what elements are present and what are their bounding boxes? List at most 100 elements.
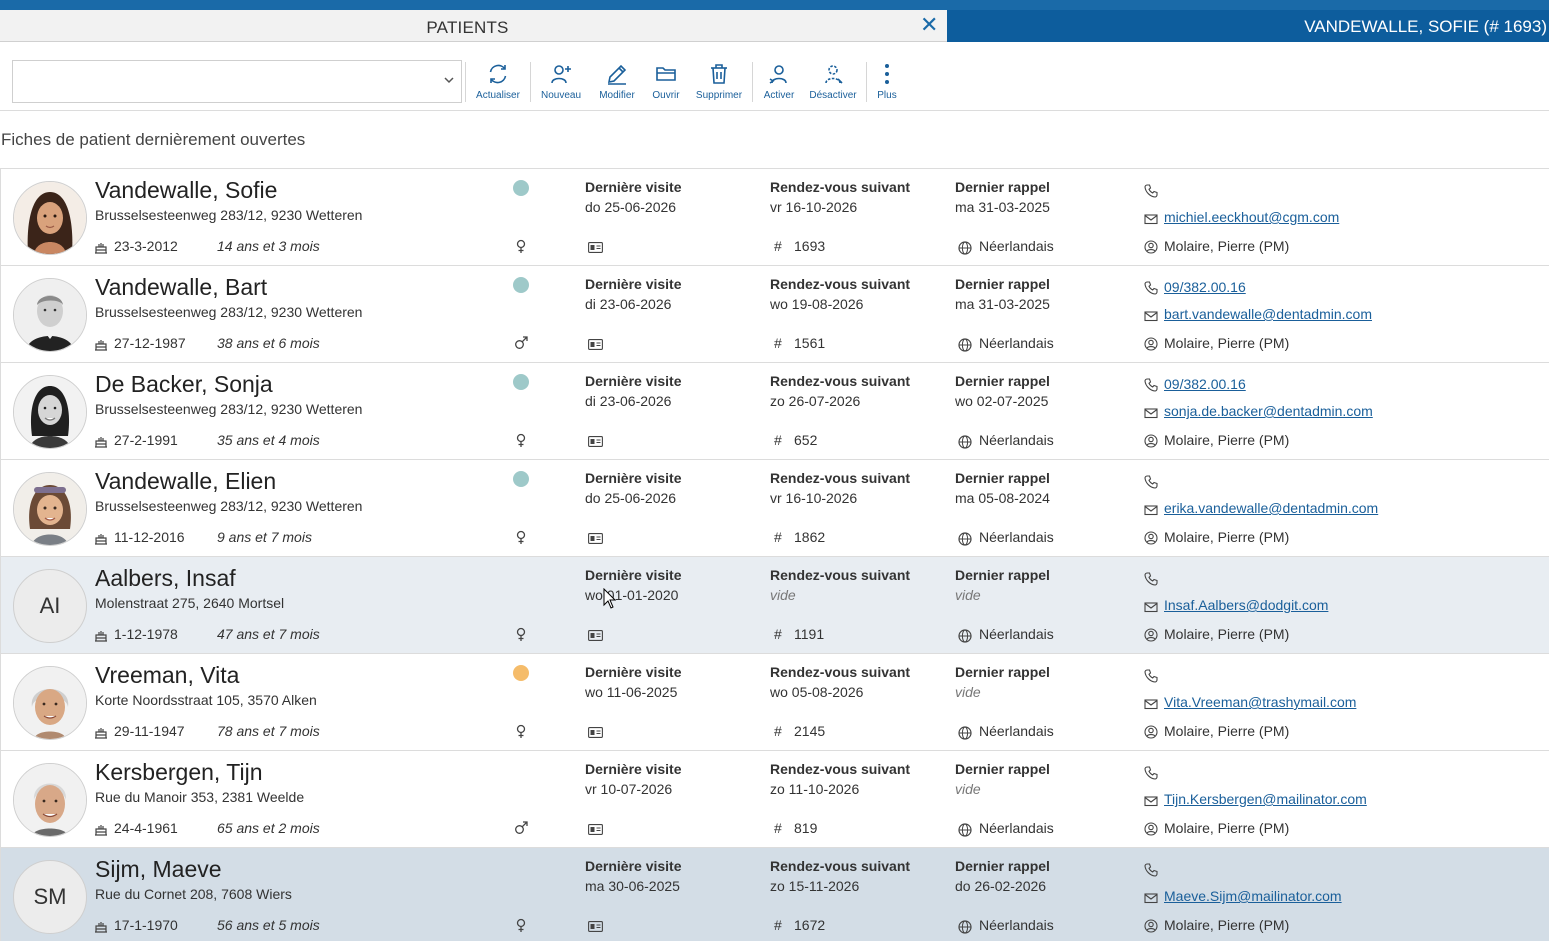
patient-row[interactable]: Vandewalle, Bart Brusselsesteenweg 283/12… [0,265,1549,362]
patient-language: Néerlandais [979,626,1054,642]
patient-age: 35 ans et 4 mois [217,432,320,448]
patient-birthdate: 27-2-1991 [114,432,178,448]
phone-icon [1144,184,1158,198]
more-button[interactable]: Plus [872,60,902,104]
patient-age: 9 ans et 7 mois [217,529,312,545]
last-visit-value: di 23-06-2026 [585,296,672,312]
patient-id: 1191 [794,626,825,642]
mail-icon [1144,311,1158,322]
delete-button[interactable]: Supprimer [692,60,746,104]
tab-bar: PATIENTS ✕ VANDEWALLE, SOFIE (# 1693) [0,10,1549,42]
globe-icon [958,338,972,352]
patient-avatar [13,278,87,352]
next-appointment-label: Rendez-vous suivant [770,373,911,389]
id-card-icon [588,630,603,641]
tab-patients-label: PATIENTS [426,18,509,37]
open-button[interactable]: Ouvrir [646,60,686,104]
patient-row[interactable]: De Backer, Sonja Brusselsesteenweg 283/12… [0,362,1549,459]
patient-birthdate: 1-12-1978 [114,626,178,642]
chevron-down-icon[interactable] [443,74,455,86]
patient-birthdate: 11-12-2016 [114,529,185,545]
patient-phone-link[interactable]: 09/382.00.16 [1164,279,1246,295]
birthday-cake-icon [95,631,107,642]
toolbar-separator [465,62,466,102]
last-reminder-value: wo 02-07-2025 [955,393,1049,409]
deactivate-button[interactable]: Désactiver [806,60,860,104]
refresh-icon [489,64,507,84]
last-reminder-value: vide [955,781,981,797]
patient-row[interactable]: SM Sijm, Maeve Rue du Cornet 208, 7608 Wie… [0,847,1549,941]
close-icon[interactable]: ✕ [920,13,938,37]
patient-row[interactable]: Vreeman, Vita Korte Noordsstraat 105, 357… [0,653,1549,750]
deactivate-user-icon [825,65,843,84]
patient-email-link[interactable]: Insaf.Aalbers@dodgit.com [1164,597,1328,613]
patient-name[interactable]: Sijm, Maeve [95,856,222,883]
last-visit-label: Dernière visite [585,373,682,389]
last-reminder-label: Dernier rappel [955,567,1050,583]
patient-dentist: Molaire, Pierre (PM) [1164,529,1290,545]
patient-name[interactable]: Vreeman, Vita [95,662,239,689]
edit-button[interactable]: Modifier [592,60,642,104]
id-card-icon [588,339,603,350]
next-appointment-label: Rendez-vous suivant [770,567,911,583]
patient-row[interactable]: AI Aalbers, Insaf Molenstraat 275, 2640 Mo… [0,556,1549,653]
next-appointment-value: zo 15-11-2026 [770,878,860,894]
next-appointment-label: Rendez-vous suivant [770,470,911,486]
hash-icon: # [774,723,782,739]
patient-photo [14,376,86,448]
tab-active-patient[interactable]: VANDEWALLE, SOFIE (# 1693) [947,10,1549,42]
phone-icon [1144,281,1158,295]
patient-avatar: AI [13,569,87,643]
last-visit-label: Dernière visite [585,858,682,874]
patient-row[interactable]: Vandewalle, Elien Brusselsesteenweg 283/1… [0,459,1549,556]
patient-name[interactable]: De Backer, Sonja [95,371,273,398]
patient-email-link[interactable]: Tijn.Kersbergen@mailinator.com [1164,791,1367,807]
last-visit-label: Dernière visite [585,567,682,583]
patient-name[interactable]: Kersbergen, Tijn [95,759,262,786]
activate-button[interactable]: Activer [758,60,800,104]
patient-id: 2145 [794,723,826,739]
patient-address: Brusselsesteenweg 283/12, 9230 Wetteren [95,207,363,223]
patient-email-link[interactable]: Maeve.Sijm@mailinator.com [1164,888,1342,904]
last-visit-label: Dernière visite [585,276,682,292]
patient-phone-link[interactable]: 09/382.00.16 [1164,376,1246,392]
patient-name[interactable]: Aalbers, Insaf [95,565,236,592]
trash-icon [711,64,727,84]
mail-icon [1144,214,1158,225]
last-reminder-label: Dernier rappel [955,276,1050,292]
patient-name[interactable]: Vandewalle, Sofie [95,177,277,204]
new-patient-button-label: Nouveau [540,90,582,101]
patient-row[interactable]: Vandewalle, Sofie Brusselsesteenweg 283/1… [0,168,1549,265]
patient-address: Brusselsesteenweg 283/12, 9230 Wetteren [95,498,363,514]
female-icon [516,239,526,253]
patient-name[interactable]: Vandewalle, Elien [95,468,276,495]
mail-icon [1144,505,1158,516]
patient-email-link[interactable]: erika.vandewalle@dentadmin.com [1164,500,1378,516]
hash-icon: # [774,335,782,351]
toolbar-separator [530,62,531,102]
patient-language: Néerlandais [979,432,1054,448]
status-dot [513,277,529,293]
patient-email-link[interactable]: sonja.de.backer@dentadmin.com [1164,403,1373,419]
refresh-button[interactable]: Actualiser [472,60,524,104]
patient-language: Néerlandais [979,723,1054,739]
app-top-bar [0,0,1549,10]
refresh-button-label: Actualiser [476,90,520,101]
patient-search-combobox[interactable] [12,60,462,103]
patient-name[interactable]: Vandewalle, Bart [95,274,267,301]
new-patient-button[interactable]: Nouveau [536,60,586,104]
edit-button-label: Modifier [599,90,635,101]
patient-id: 652 [794,432,818,448]
patient-email-link[interactable]: Vita.Vreeman@trashymail.com [1164,694,1356,710]
patient-language: Néerlandais [979,529,1054,545]
phone-icon [1144,669,1158,683]
patient-email-link[interactable]: michiel.eeckhout@cgm.com [1164,209,1339,225]
last-visit-label: Dernière visite [585,664,682,680]
patient-id: 1561 [794,335,826,351]
more-vertical-icon [885,64,889,84]
tab-patients[interactable]: PATIENTS ✕ [0,10,947,42]
patient-photo [14,764,86,836]
male-icon [515,821,528,834]
patient-row[interactable]: Kersbergen, Tijn Rue du Manoir 353, 2381 … [0,750,1549,847]
patient-email-link[interactable]: bart.vandewalle@dentadmin.com [1164,306,1372,322]
